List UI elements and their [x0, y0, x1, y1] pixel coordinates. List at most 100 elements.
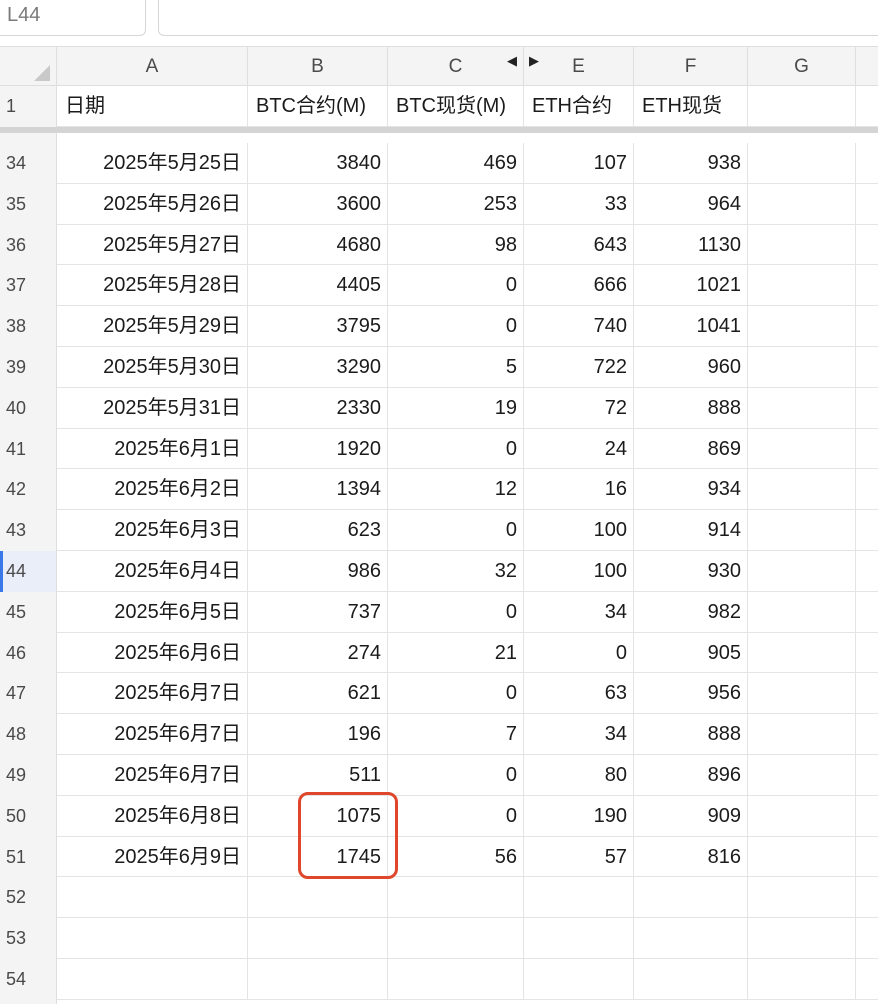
- cell-eth-spot[interactable]: 905: [634, 632, 748, 674]
- cell-eth-futures[interactable]: [524, 959, 634, 1000]
- cell-eth-futures[interactable]: 740: [524, 306, 634, 347]
- row-number[interactable]: 37: [0, 265, 57, 307]
- cell-btc-futures[interactable]: [248, 959, 388, 1000]
- cell-btc-spot[interactable]: 5: [388, 347, 524, 388]
- cell-btc-futures[interactable]: 1920: [248, 428, 388, 470]
- cell-date[interactable]: 2025年6月2日: [57, 469, 248, 511]
- cell-eth-spot[interactable]: 1021: [634, 265, 748, 307]
- cell-eth-futures[interactable]: 107: [524, 143, 634, 184]
- cell-date[interactable]: 2025年6月7日: [57, 714, 248, 755]
- cell-btc-futures[interactable]: 621: [248, 673, 388, 715]
- cell-eth-futures[interactable]: 33: [524, 183, 634, 225]
- cell-btc-spot[interactable]: 12: [388, 469, 524, 511]
- column-header-f[interactable]: F: [634, 47, 748, 87]
- cell-btc-futures[interactable]: 3290: [248, 347, 388, 388]
- cell-date[interactable]: 2025年6月7日: [57, 755, 248, 796]
- cell-eth-spot[interactable]: [634, 918, 748, 959]
- row-number[interactable]: 1: [0, 86, 57, 127]
- cell-g[interactable]: [748, 673, 856, 715]
- cell-eth-spot[interactable]: 1130: [634, 224, 748, 266]
- cell-date[interactable]: 2025年6月9日: [57, 836, 248, 878]
- row-number[interactable]: 54: [0, 959, 57, 1000]
- cell-btc-futures[interactable]: 4405: [248, 265, 388, 307]
- cell-eth-futures[interactable]: 34: [524, 591, 634, 633]
- name-box[interactable]: L44: [0, 0, 146, 36]
- cell-btc-futures[interactable]: 623: [248, 510, 388, 551]
- cell-btc-futures[interactable]: 1075: [248, 795, 388, 837]
- cell-g[interactable]: [748, 918, 856, 959]
- row-number[interactable]: 49: [0, 755, 57, 796]
- cell-btc-spot[interactable]: 253: [388, 183, 524, 225]
- cell-btc-spot[interactable]: 469: [388, 143, 524, 184]
- formula-bar-input[interactable]: [158, 0, 878, 36]
- cell-btc-futures[interactable]: 3840: [248, 143, 388, 184]
- cell-g[interactable]: [748, 265, 856, 307]
- cell-btc-futures[interactable]: 511: [248, 755, 388, 796]
- cell-eth-futures[interactable]: [524, 877, 634, 919]
- cell-btc-futures[interactable]: [248, 877, 388, 919]
- row-number[interactable]: 51: [0, 836, 57, 878]
- cell-g[interactable]: [748, 510, 856, 551]
- cell-g[interactable]: [748, 183, 856, 225]
- cell-eth-futures[interactable]: 100: [524, 510, 634, 551]
- cell-btc-spot[interactable]: 32: [388, 551, 524, 592]
- column-header-b[interactable]: B: [248, 47, 388, 87]
- header-cell-date[interactable]: 日期: [57, 86, 248, 127]
- cell-eth-spot[interactable]: 888: [634, 714, 748, 755]
- cell-g[interactable]: [748, 347, 856, 388]
- cell-g[interactable]: [748, 836, 856, 878]
- cell-eth-futures[interactable]: 722: [524, 347, 634, 388]
- cell-btc-spot[interactable]: 21: [388, 632, 524, 674]
- cell-g[interactable]: [748, 551, 856, 592]
- select-all-corner[interactable]: [0, 47, 57, 87]
- row-number[interactable]: 39: [0, 347, 57, 388]
- cell-btc-spot[interactable]: 0: [388, 673, 524, 715]
- cell-btc-spot[interactable]: [388, 918, 524, 959]
- cell-eth-futures[interactable]: 190: [524, 795, 634, 837]
- cell-g[interactable]: [748, 387, 856, 429]
- cell-g[interactable]: [748, 755, 856, 796]
- cell-eth-futures[interactable]: 666: [524, 265, 634, 307]
- header-cell-btc-spot[interactable]: BTC现货(M): [388, 86, 524, 127]
- cell-btc-spot[interactable]: 98: [388, 224, 524, 266]
- cell-eth-spot[interactable]: 816: [634, 836, 748, 878]
- cell-g[interactable]: [748, 143, 856, 184]
- cell-g[interactable]: [748, 306, 856, 347]
- cell-eth-futures[interactable]: 0: [524, 632, 634, 674]
- cell-date[interactable]: 2025年6月6日: [57, 632, 248, 674]
- cell-btc-futures[interactable]: 1745: [248, 836, 388, 878]
- header-cell-g[interactable]: [748, 86, 856, 127]
- row-number[interactable]: 48: [0, 714, 57, 755]
- cell-eth-futures[interactable]: 16: [524, 469, 634, 511]
- cell-g[interactable]: [748, 224, 856, 266]
- cell-eth-spot[interactable]: 888: [634, 387, 748, 429]
- cell-eth-spot[interactable]: 934: [634, 469, 748, 511]
- cell-g[interactable]: [748, 959, 856, 1000]
- cell-btc-spot[interactable]: 0: [388, 428, 524, 470]
- cell-date[interactable]: [57, 918, 248, 959]
- cell-date[interactable]: 2025年5月27日: [57, 224, 248, 266]
- row-number[interactable]: 40: [0, 387, 57, 429]
- cell-eth-spot[interactable]: 982: [634, 591, 748, 633]
- cell-date[interactable]: 2025年5月28日: [57, 265, 248, 307]
- cell-eth-spot[interactable]: 1041: [634, 306, 748, 347]
- cell-date[interactable]: 2025年5月26日: [57, 183, 248, 225]
- hidden-column-d-toggle[interactable]: ◀ ▶: [507, 53, 547, 73]
- cell-date[interactable]: [57, 877, 248, 919]
- cell-date[interactable]: 2025年6月7日: [57, 673, 248, 715]
- cell-date[interactable]: 2025年5月30日: [57, 347, 248, 388]
- row-number[interactable]: 41: [0, 428, 57, 470]
- header-cell-eth-futures[interactable]: ETH合约: [524, 86, 634, 127]
- cell-g[interactable]: [748, 877, 856, 919]
- cell-g[interactable]: [748, 714, 856, 755]
- cell-btc-futures[interactable]: 737: [248, 591, 388, 633]
- cell-btc-spot[interactable]: 0: [388, 306, 524, 347]
- row-number[interactable]: 42: [0, 469, 57, 511]
- cell-date[interactable]: 2025年6月1日: [57, 428, 248, 470]
- row-number[interactable]: 46: [0, 632, 57, 674]
- cell-g[interactable]: [748, 632, 856, 674]
- cell-btc-spot[interactable]: 0: [388, 510, 524, 551]
- cell-btc-futures[interactable]: 1394: [248, 469, 388, 511]
- column-header-g[interactable]: G: [748, 47, 856, 87]
- cell-g[interactable]: [748, 428, 856, 470]
